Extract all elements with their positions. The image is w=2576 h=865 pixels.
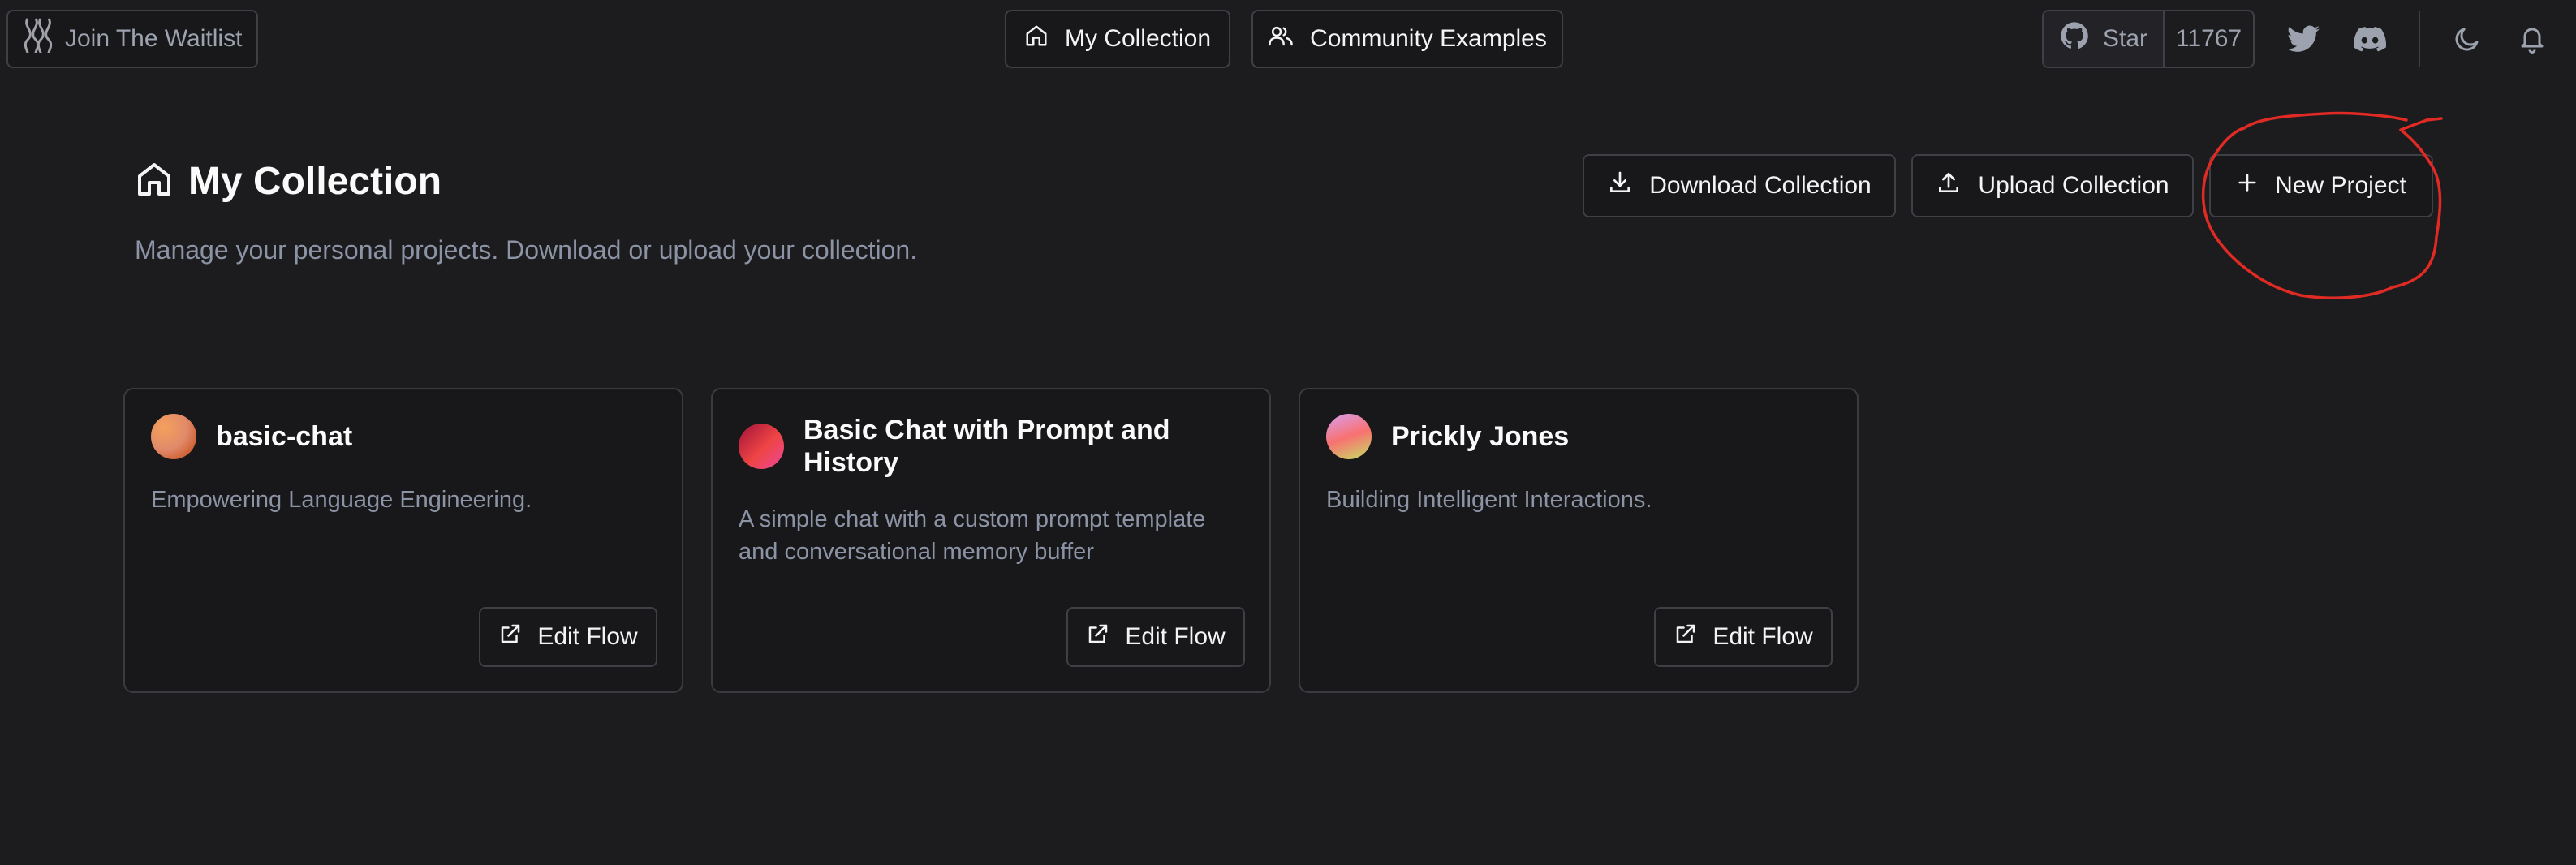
edit-flow-label: Edit Flow bbox=[1125, 623, 1226, 650]
card-header: basic-chat bbox=[151, 414, 657, 459]
chain-link-icon bbox=[19, 15, 55, 62]
avatar bbox=[1326, 414, 1372, 459]
project-card: Basic Chat with Prompt and History A sim… bbox=[711, 388, 1271, 693]
discord-icon[interactable] bbox=[2350, 19, 2389, 58]
new-project-label: New Project bbox=[2275, 172, 2406, 199]
home-icon bbox=[135, 160, 174, 203]
github-star-count: 11767 bbox=[2163, 11, 2253, 67]
page-title: My Collection bbox=[188, 160, 442, 203]
twitter-icon[interactable] bbox=[2284, 19, 2323, 58]
external-link-icon bbox=[1086, 622, 1110, 652]
page-header: My Collection bbox=[135, 159, 442, 204]
card-title: Basic Chat with Prompt and History bbox=[803, 415, 1170, 478]
app-window: Join The Waitlist My Collection Communit… bbox=[0, 0, 2576, 865]
bell-icon[interactable] bbox=[2513, 19, 2552, 58]
download-icon bbox=[1607, 170, 1633, 202]
github-star-button[interactable]: Star bbox=[2044, 11, 2164, 67]
home-icon bbox=[1024, 24, 1049, 54]
project-card: basic-chat Empowering Language Engineeri… bbox=[123, 388, 683, 693]
github-icon bbox=[2059, 20, 2090, 58]
external-link-icon bbox=[498, 622, 523, 652]
new-project-button[interactable]: New Project bbox=[2209, 154, 2433, 217]
top-bar: Join The Waitlist My Collection Communit… bbox=[0, 0, 2576, 78]
join-waitlist-label: Join The Waitlist bbox=[65, 25, 243, 52]
edit-flow-label: Edit Flow bbox=[537, 623, 638, 650]
edit-flow-label: Edit Flow bbox=[1712, 623, 1813, 650]
avatar bbox=[739, 424, 784, 469]
download-collection-label: Download Collection bbox=[1649, 172, 1872, 199]
card-title: Prickly Jones bbox=[1391, 421, 1570, 452]
card-header: Prickly Jones bbox=[1326, 414, 1833, 459]
upload-icon bbox=[1936, 170, 1962, 202]
card-description: Building Intelligent Interactions. bbox=[1326, 487, 1652, 513]
edit-flow-button[interactable]: Edit Flow bbox=[1066, 607, 1245, 667]
nav-community-examples-label: Community Examples bbox=[1310, 25, 1547, 52]
card-title: basic-chat bbox=[216, 421, 353, 452]
page-subtitle: Manage your personal projects. Download … bbox=[135, 235, 918, 265]
card-description: A simple chat with a custom prompt templ… bbox=[739, 506, 1206, 565]
avatar bbox=[151, 414, 196, 459]
nav-community-examples[interactable]: Community Examples bbox=[1251, 10, 1563, 68]
upload-collection-label: Upload Collection bbox=[1978, 172, 2169, 199]
edit-flow-button[interactable]: Edit Flow bbox=[1654, 607, 1833, 667]
card-header: Basic Chat with Prompt and History bbox=[739, 414, 1245, 479]
card-description: Empowering Language Engineering. bbox=[151, 487, 532, 513]
users-icon bbox=[1268, 24, 1294, 54]
github-star-label: Star bbox=[2103, 25, 2148, 52]
toolbar-divider bbox=[2419, 11, 2420, 67]
upload-collection-button[interactable]: Upload Collection bbox=[1911, 154, 2194, 217]
nav-my-collection-label: My Collection bbox=[1064, 25, 1212, 52]
project-card: Prickly Jones Building Intelligent Inter… bbox=[1299, 388, 1859, 693]
edit-flow-button[interactable]: Edit Flow bbox=[479, 607, 657, 667]
github-star-widget[interactable]: Star 11767 bbox=[2042, 10, 2255, 68]
nav-my-collection[interactable]: My Collection bbox=[1005, 10, 1230, 68]
download-collection-button[interactable]: Download Collection bbox=[1583, 154, 1896, 217]
plus-icon bbox=[2236, 171, 2259, 200]
moon-icon[interactable] bbox=[2448, 19, 2487, 58]
join-waitlist-button[interactable]: Join The Waitlist bbox=[6, 10, 258, 68]
external-link-icon bbox=[1674, 622, 1698, 652]
